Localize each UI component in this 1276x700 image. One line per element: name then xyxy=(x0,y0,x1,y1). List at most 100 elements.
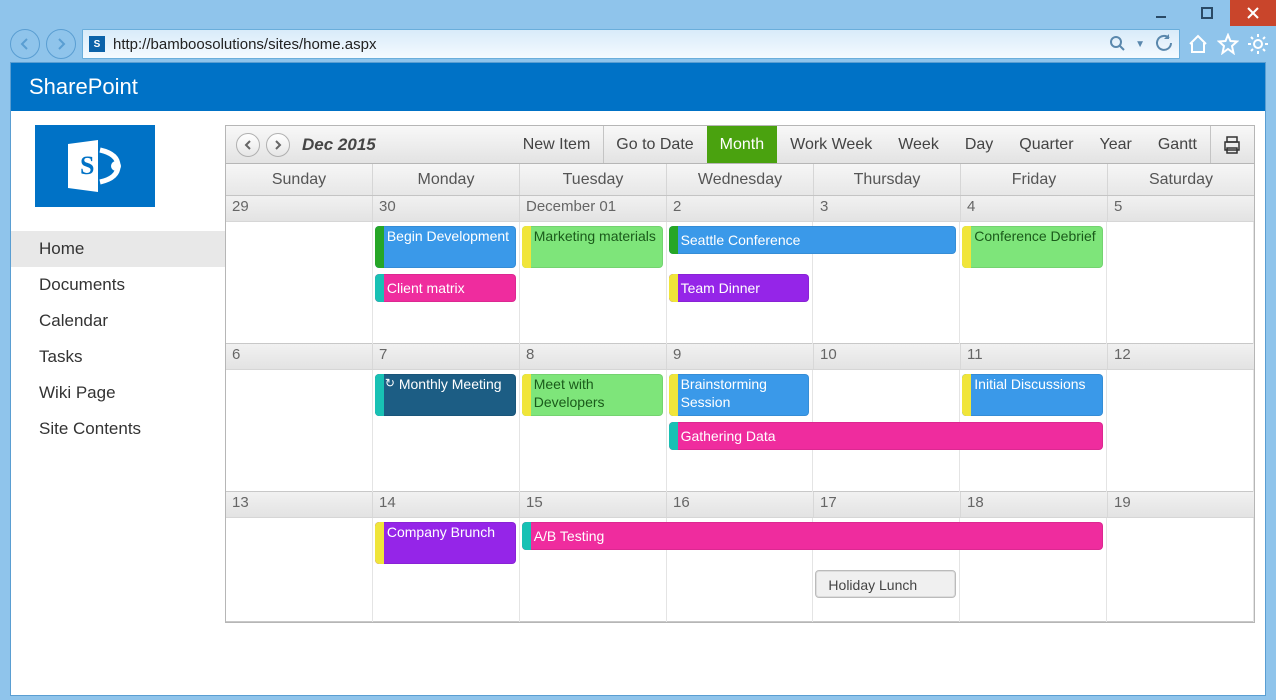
date-cell[interactable]: 5 xyxy=(1108,196,1254,221)
settings-icon[interactable] xyxy=(1246,32,1270,56)
new-item-button[interactable]: New Item xyxy=(510,126,604,163)
calendar-event[interactable]: Client matrix xyxy=(375,274,516,302)
next-month-button[interactable] xyxy=(266,133,290,157)
calendar-event[interactable]: ↻ Monthly Meeting xyxy=(375,374,516,416)
date-cell[interactable]: 14 xyxy=(373,492,520,517)
event-title: Conference Debrief xyxy=(974,228,1095,244)
calendar-event[interactable]: Initial Discussions xyxy=(962,374,1103,416)
window-close-button[interactable] xyxy=(1230,0,1276,26)
sidebar-item-wiki-page[interactable]: Wiki Page xyxy=(11,375,225,411)
search-icon[interactable] xyxy=(1109,35,1125,54)
calendar-event[interactable]: Seattle Conference xyxy=(669,226,957,254)
event-title: Brainstorming Session xyxy=(681,376,767,410)
date-cell[interactable]: 10 xyxy=(814,344,961,369)
sidebar-item-tasks[interactable]: Tasks xyxy=(11,339,225,375)
window-maximize-button[interactable] xyxy=(1184,0,1230,26)
date-cell[interactable]: 3 xyxy=(814,196,961,221)
date-cell[interactable]: 9 xyxy=(667,344,814,369)
calendar-event[interactable]: Meet with Developers xyxy=(522,374,663,416)
event-title: Monthly Meeting xyxy=(399,376,502,392)
event-title: Meet with Developers xyxy=(534,376,605,410)
date-cell[interactable]: 29 xyxy=(226,196,373,221)
view-week[interactable]: Week xyxy=(885,126,952,163)
day-header: Thursday xyxy=(814,164,961,195)
view-go-to-date[interactable]: Go to Date xyxy=(603,126,706,163)
view-work-week[interactable]: Work Week xyxy=(777,126,885,163)
sidebar-item-home[interactable]: Home xyxy=(11,231,225,267)
calendar-event[interactable]: Gathering Data xyxy=(669,422,1104,450)
day-header: Monday xyxy=(373,164,520,195)
sidebar: S HomeDocumentsCalendarTasksWiki PageSit… xyxy=(11,111,225,695)
date-cell[interactable]: 15 xyxy=(520,492,667,517)
calendar-toolbar: Dec 2015 New Item Go to DateMonthWork We… xyxy=(226,126,1254,164)
sidebar-item-site-contents[interactable]: Site Contents xyxy=(11,411,225,447)
window-titlebar xyxy=(0,0,1276,26)
calendar-event[interactable]: Team Dinner xyxy=(669,274,810,302)
calendar-event[interactable]: Conference Debrief xyxy=(962,226,1103,268)
prev-month-button[interactable] xyxy=(236,133,260,157)
date-cell[interactable]: 11 xyxy=(961,344,1108,369)
date-cell[interactable]: 4 xyxy=(961,196,1108,221)
calendar: Dec 2015 New Item Go to DateMonthWork We… xyxy=(225,125,1255,623)
date-cell[interactable]: 7 xyxy=(373,344,520,369)
view-quarter[interactable]: Quarter xyxy=(1006,126,1086,163)
browser-toolbar: S ▼ xyxy=(0,26,1276,66)
forward-button[interactable] xyxy=(46,29,76,59)
sidebar-item-documents[interactable]: Documents xyxy=(11,267,225,303)
date-cell[interactable]: 16 xyxy=(667,492,814,517)
url-input[interactable] xyxy=(111,35,1103,54)
event-title: Gathering Data xyxy=(681,428,776,444)
date-cell[interactable]: 17 xyxy=(814,492,961,517)
event-title: Seattle Conference xyxy=(681,232,801,248)
date-cell[interactable]: 30 xyxy=(373,196,520,221)
window-minimize-button[interactable] xyxy=(1138,0,1184,26)
print-button[interactable] xyxy=(1210,126,1254,163)
event-title: Client matrix xyxy=(387,280,465,296)
calendar-event[interactable]: Begin Development xyxy=(375,226,516,268)
sidebar-item-calendar[interactable]: Calendar xyxy=(11,303,225,339)
event-title: Company Brunch xyxy=(387,524,495,540)
day-header: Friday xyxy=(961,164,1108,195)
view-year[interactable]: Year xyxy=(1087,126,1145,163)
date-cell[interactable]: 8 xyxy=(520,344,667,369)
date-cell[interactable]: December 01 xyxy=(520,196,667,221)
back-button[interactable] xyxy=(10,29,40,59)
view-gantt[interactable]: Gantt xyxy=(1145,126,1210,163)
view-day[interactable]: Day xyxy=(952,126,1006,163)
event-title: Begin Development xyxy=(387,228,509,244)
day-header: Sunday xyxy=(226,164,373,195)
day-header: Saturday xyxy=(1108,164,1254,195)
date-cell[interactable]: 19 xyxy=(1108,492,1254,517)
recurring-icon: ↻ xyxy=(385,376,395,391)
calendar-event[interactable]: Holiday Lunch xyxy=(815,570,956,598)
calendar-event[interactable]: Brainstorming Session xyxy=(669,374,810,416)
day-header: Wednesday xyxy=(667,164,814,195)
view-month[interactable]: Month xyxy=(707,126,777,163)
date-cell[interactable]: 6 xyxy=(226,344,373,369)
month-label: Dec 2015 xyxy=(302,135,376,155)
home-icon[interactable] xyxy=(1186,32,1210,56)
site-favicon: S xyxy=(89,36,105,52)
calendar-event[interactable]: Company Brunch xyxy=(375,522,516,564)
date-cell[interactable]: 18 xyxy=(961,492,1108,517)
sharepoint-logo: S xyxy=(35,125,155,207)
event-title: Team Dinner xyxy=(681,280,760,296)
dropdown-icon[interactable]: ▼ xyxy=(1135,39,1145,50)
sidebar-nav: HomeDocumentsCalendarTasksWiki PageSite … xyxy=(11,231,225,447)
event-title: A/B Testing xyxy=(534,528,605,544)
event-title: Marketing materials xyxy=(534,228,656,244)
sharepoint-ribbon: SharePoint xyxy=(11,63,1265,111)
event-title: Holiday Lunch xyxy=(828,577,917,593)
favorites-icon[interactable] xyxy=(1216,32,1240,56)
refresh-icon[interactable] xyxy=(1155,34,1173,55)
calendar-event[interactable]: A/B Testing xyxy=(522,522,1103,550)
date-cell[interactable]: 12 xyxy=(1108,344,1254,369)
date-cell[interactable]: 2 xyxy=(667,196,814,221)
calendar-event[interactable]: Marketing materials xyxy=(522,226,663,268)
calendar-weeks: 2930December 012345 Begin Development Mark… xyxy=(226,196,1254,622)
svg-text:S: S xyxy=(80,151,94,180)
page-viewport: SharePoint S HomeDocumentsCalendarTasksW… xyxy=(10,62,1266,696)
address-bar[interactable]: S ▼ xyxy=(82,29,1180,59)
date-cell[interactable]: 13 xyxy=(226,492,373,517)
day-header-row: SundayMondayTuesdayWednesdayThursdayFrid… xyxy=(226,164,1254,196)
